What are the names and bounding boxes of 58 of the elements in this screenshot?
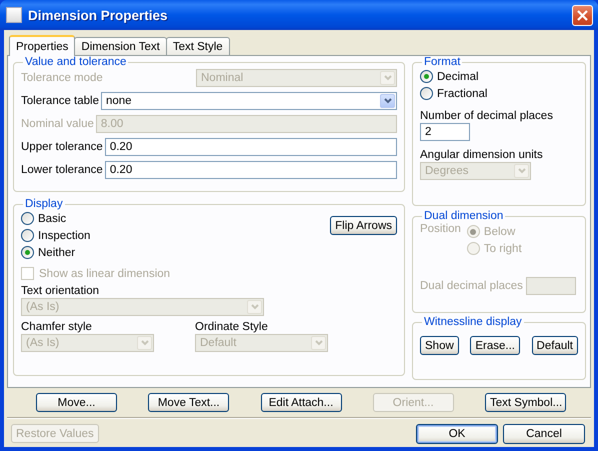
- radio-button[interactable]: [21, 246, 34, 259]
- chevron-down-icon: [384, 98, 392, 104]
- radio-label: To right: [484, 242, 522, 254]
- close-icon: [577, 10, 588, 20]
- dropdown[interactable]: none: [101, 92, 397, 110]
- group-title: Format: [423, 56, 462, 68]
- window-title: Dimension Properties: [28, 8, 169, 22]
- button[interactable]: Default: [532, 336, 578, 355]
- flip-arrows-button[interactable]: Flip Arrows: [330, 216, 397, 235]
- input-field[interactable]: 0.20: [104, 138, 397, 156]
- field-label: Text orientation: [21, 285, 100, 297]
- input-field[interactable]: 0.20: [104, 161, 397, 179]
- radio-button[interactable]: [21, 229, 34, 242]
- button[interactable]: Text Symbol...: [485, 393, 566, 412]
- chevron-down-icon: [518, 168, 526, 174]
- field-label: Chamfer style: [21, 321, 93, 333]
- tab[interactable]: Properties: [9, 35, 76, 56]
- radio-label: Neither: [38, 246, 76, 258]
- tab[interactable]: Text Style: [166, 37, 230, 55]
- field-label: Nominal value: [21, 118, 94, 130]
- button[interactable]: Erase...: [470, 336, 520, 355]
- button[interactable]: OK: [416, 424, 498, 444]
- button[interactable]: Move Text...: [148, 393, 230, 412]
- field-label: Position: [420, 223, 461, 235]
- group-title: Witnessline display: [423, 316, 523, 328]
- radio-label: Basic: [38, 212, 66, 224]
- button[interactable]: Edit Attach...: [260, 393, 342, 412]
- field-label: Tolerance table: [21, 95, 99, 107]
- group-title: Value and tolerance: [24, 56, 128, 68]
- group-title: Display: [24, 198, 64, 210]
- radio-button[interactable]: [420, 70, 433, 83]
- chevron-down-icon: [384, 75, 392, 81]
- radio-label: Decimal: [437, 70, 479, 82]
- field-label: Dual decimal places: [420, 280, 523, 292]
- input-field[interactable]: 2: [420, 123, 470, 141]
- field-label: Number of decimal places: [420, 110, 554, 122]
- input-field[interactable]: [526, 277, 576, 295]
- tab[interactable]: Dimension Text: [74, 37, 167, 55]
- button[interactable]: Cancel: [503, 424, 585, 444]
- radio-label: Inspection: [38, 230, 90, 242]
- chevron-down-icon: [250, 304, 258, 310]
- field-label: Angular dimension units: [420, 149, 544, 161]
- chevron-down-icon: [314, 340, 322, 346]
- radio-button[interactable]: [420, 87, 433, 100]
- button[interactable]: Move...: [36, 393, 117, 412]
- window-icon: [6, 7, 22, 23]
- radio-label: Below: [484, 226, 516, 238]
- checkbox-label: Show as linear dimension: [39, 268, 170, 280]
- field-label: Ordinate Style: [195, 321, 269, 333]
- button[interactable]: Show: [420, 336, 459, 355]
- radio-label: Fractional: [437, 88, 488, 100]
- field-label: Tolerance mode: [21, 72, 103, 84]
- radio-button[interactable]: [21, 212, 34, 225]
- chevron-down-icon: [140, 340, 148, 346]
- field-label: Upper tolerance: [21, 141, 103, 153]
- group-title: Dual dimension: [423, 210, 504, 222]
- field-label: Lower tolerance: [21, 164, 103, 176]
- close-button[interactable]: [572, 4, 593, 26]
